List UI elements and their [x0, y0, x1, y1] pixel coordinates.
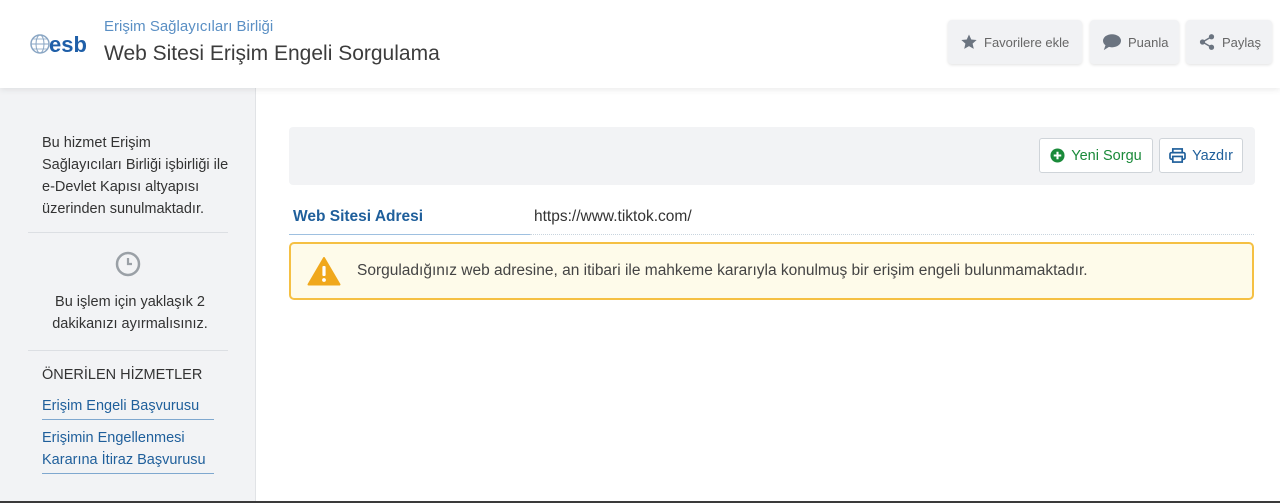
page-header: esb Erişim Sağlayıcıları Birliği Web Sit…	[0, 0, 1280, 88]
sidebar: Bu hizmet Erişim Sağlayıcıları Birliği i…	[0, 88, 256, 503]
speech-bubble-icon	[1102, 33, 1122, 51]
rate-button[interactable]: Puanla	[1090, 20, 1179, 64]
share-label: Paylaş	[1222, 34, 1262, 50]
recommended-link-access-block-application[interactable]: Erişim Engeli Başvurusu	[42, 395, 214, 420]
add-favorite-button[interactable]: Favorilere ekle	[948, 20, 1082, 64]
website-address-value: https://www.tiktok.com/	[530, 200, 1254, 235]
action-toolbar: Yeni Sorgu Yazdır	[289, 127, 1255, 185]
warning-triangle-icon	[307, 256, 341, 286]
plus-circle-icon	[1050, 148, 1065, 163]
print-button[interactable]: Yazdır	[1159, 138, 1243, 173]
share-icon	[1198, 33, 1216, 51]
globe-logo-icon: esb	[30, 32, 87, 57]
service-info-text: Bu hizmet Erişim Sağlayıcıları Birliği i…	[42, 135, 229, 217]
print-label: Yazdır	[1192, 147, 1233, 164]
star-icon	[960, 33, 978, 51]
alert-message: Sorguladığınız web adresine, an itibari …	[357, 262, 1088, 279]
printer-icon	[1169, 148, 1186, 163]
result-alert: Sorguladığınız web adresine, an itibari …	[289, 242, 1254, 300]
share-button[interactable]: Paylaş	[1186, 20, 1272, 64]
clock-icon	[115, 251, 141, 277]
sidebar-divider	[28, 232, 228, 233]
add-favorite-label: Favorilere ekle	[984, 34, 1070, 50]
sidebar-divider	[28, 350, 228, 351]
recommended-services-heading: ÖNERİLEN HİZMETLER	[42, 367, 203, 383]
esb-logo[interactable]: esb	[28, 28, 98, 60]
new-query-label: Yeni Sorgu	[1071, 147, 1142, 164]
recommended-link-objection-application[interactable]: Erişimin Engellenmesi Kararına İtiraz Ba…	[42, 427, 214, 474]
website-address-label: Web Sitesi Adresi	[289, 200, 530, 235]
new-query-button[interactable]: Yeni Sorgu	[1039, 138, 1153, 173]
estimated-time-text: Bu işlem için yaklaşık 2 dakikanızı ayır…	[52, 294, 208, 332]
rate-label: Puanla	[1128, 34, 1169, 50]
svg-text:esb: esb	[49, 32, 87, 57]
page-title: Web Sitesi Erişim Engeli Sorgulama	[104, 42, 440, 65]
organization-name: Erişim Sağlayıcıları Birliği	[104, 18, 274, 35]
